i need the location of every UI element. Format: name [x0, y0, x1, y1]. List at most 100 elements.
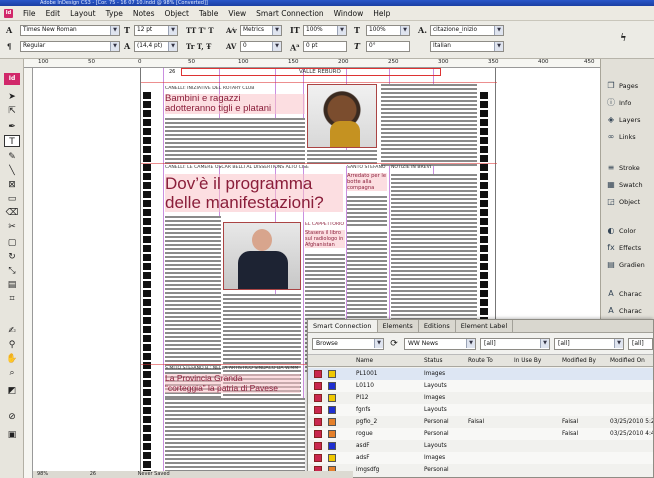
tab-editions[interactable]: Editions — [419, 320, 456, 332]
col-modified-on[interactable]: Modified On — [610, 355, 653, 367]
menu-view[interactable]: View — [228, 9, 246, 18]
table-row[interactable]: fgnfs Layouts — [308, 404, 653, 416]
chevron-down-icon[interactable]: ▼ — [494, 26, 503, 35]
menu-type[interactable]: Type — [106, 9, 123, 18]
section-select[interactable]: [all] ▼ — [554, 338, 624, 350]
chevron-down-icon[interactable]: ▼ — [110, 42, 119, 51]
table-row[interactable]: asdF Layouts — [308, 440, 653, 452]
vertical-scale-field[interactable]: 100% ▼ — [303, 25, 347, 36]
character-mode-icon[interactable]: A — [6, 25, 12, 36]
menu-file[interactable]: File — [23, 9, 36, 18]
page-indicator[interactable]: 26 — [90, 471, 96, 477]
zoom-tool-icon[interactable]: ⌕ — [4, 367, 20, 379]
gradient-tool-icon[interactable]: ▤ — [4, 279, 20, 291]
dock-info[interactable]: ⓘ Info — [603, 96, 654, 110]
refresh-icon[interactable]: ⟳ — [388, 338, 400, 350]
chevron-down-icon[interactable]: ▼ — [110, 26, 119, 35]
menu-notes[interactable]: Notes — [133, 9, 155, 18]
eraser-tool-icon[interactable]: ⌫ — [4, 207, 20, 219]
pen-tool-icon[interactable]: ✒ — [4, 121, 20, 133]
vertical-ruler[interactable] — [24, 68, 33, 478]
direct-selection-tool-icon[interactable]: ⇱ — [4, 105, 20, 117]
skew-field[interactable]: 0° — [366, 41, 410, 52]
state-select[interactable]: [all] — [628, 338, 653, 350]
menu-layout[interactable]: Layout — [70, 9, 96, 18]
chevron-down-icon[interactable]: ▼ — [337, 26, 346, 35]
sidebar1-body[interactable] — [347, 196, 387, 228]
story2-headline[interactable]: Dov’è il programma delle manifestazioni? — [165, 174, 343, 212]
table-row[interactable]: rogue Personal Faisal 03/25/2010 4:4 — [308, 428, 653, 440]
dock-object[interactable]: ◲ Object — [603, 195, 654, 209]
selection-tool-icon[interactable]: ➤ — [4, 91, 20, 103]
small-caps-icon[interactable]: Tr T, Ŧ — [186, 41, 211, 52]
table-row[interactable]: pgfio_2 Personal Faisal Faisal 03/25/2010 5:… — [308, 416, 653, 428]
chevron-down-icon[interactable]: ▼ — [374, 339, 383, 348]
free-transform-tool-icon[interactable]: ⌗ — [4, 293, 20, 305]
table-row[interactable]: adsF Images — [308, 452, 653, 464]
mode-select[interactable]: Browse ▼ — [312, 338, 384, 350]
rectangle-tool-icon[interactable]: ▭ — [4, 193, 20, 205]
lightning-icon[interactable]: ϟ — [620, 33, 627, 44]
dock-character-styles[interactable]: A Charac — [603, 304, 654, 318]
horizontal-scale-field[interactable]: 100% ▼ — [366, 25, 410, 36]
sidebar3-headline[interactable]: Stasera il libro sul radiologo in Afghan… — [305, 230, 345, 248]
header-frame[interactable] — [181, 68, 441, 76]
leading-field[interactable]: (14,4 pt) ▼ — [134, 41, 178, 52]
character-style-select[interactable]: citazione_inizio ▼ — [430, 25, 504, 36]
eyedropper-tool-icon[interactable]: ⚲ — [4, 339, 20, 351]
chevron-down-icon[interactable]: ▼ — [272, 42, 281, 51]
col-status[interactable]: Status — [424, 355, 464, 367]
menu-window[interactable]: Window — [334, 9, 364, 18]
story2-photo[interactable] — [223, 222, 301, 290]
dock-swatches[interactable]: ▦ Swatch — [603, 178, 654, 192]
chevron-down-icon[interactable]: ▼ — [466, 339, 475, 348]
scale-tool-icon[interactable]: ⤡ — [4, 265, 20, 277]
chevron-down-icon[interactable]: ▼ — [400, 26, 409, 35]
dock-color[interactable]: ◐ Color — [603, 224, 654, 238]
sidebar1-headline[interactable]: Arredato per le botte alla compagna — [347, 173, 387, 191]
chevron-down-icon[interactable]: ▼ — [168, 26, 177, 35]
story1-body-text[interactable] — [165, 118, 305, 166]
story1-headline[interactable]: Bambini e ragazzi adotteranno tigli e pl… — [165, 94, 305, 114]
chevron-down-icon[interactable]: ▼ — [494, 42, 503, 51]
language-select[interactable]: Italian ▼ — [430, 41, 504, 52]
chevron-down-icon[interactable]: ▼ — [168, 42, 177, 51]
menu-edit[interactable]: Edit — [46, 9, 61, 18]
issue-select[interactable]: [all] ▼ — [480, 338, 550, 350]
paragraph-mode-icon[interactable]: ¶ — [7, 41, 11, 52]
baseline-shift-field[interactable]: 0 pt — [303, 41, 347, 52]
table-row[interactable]: L0110 Layouts — [308, 380, 653, 392]
story3-body[interactable] — [165, 398, 305, 472]
all-caps-icon[interactable]: TT T' T — [186, 25, 214, 36]
col-route-to[interactable]: Route To — [468, 355, 508, 367]
note-tool-icon[interactable]: ▢ — [4, 237, 20, 249]
chevron-down-icon[interactable]: ▼ — [272, 26, 281, 35]
menu-table[interactable]: Table — [199, 9, 218, 18]
horizontal-ruler[interactable]: 100 50 0 50 100 150 200 250 300 350 400 … — [24, 59, 600, 68]
col-modified-by[interactable]: Modified By — [562, 355, 606, 367]
menu-object[interactable]: Object — [165, 9, 189, 18]
dock-layers[interactable]: ◈ Layers — [603, 113, 654, 127]
story1-side-text[interactable] — [381, 84, 477, 166]
chevron-down-icon[interactable]: ▼ — [540, 339, 549, 348]
col-in-use-by[interactable]: In Use By — [514, 355, 554, 367]
dock-effects[interactable]: fx Effects — [603, 241, 654, 255]
menu-help[interactable]: Help — [373, 9, 390, 18]
table-row[interactable]: Pl12 Images — [308, 392, 653, 404]
smart-connection-panel[interactable]: Smart Connection Elements Editions Eleme… — [307, 319, 654, 478]
tab-smart-connection[interactable]: Smart Connection — [308, 320, 378, 332]
font-size-field[interactable]: 12 pt ▼ — [134, 25, 178, 36]
screen-mode-icon[interactable]: ▣ — [4, 429, 20, 441]
line-tool-icon[interactable]: ╲ — [4, 165, 20, 177]
pencil-tool-icon[interactable]: ✎ — [4, 151, 20, 163]
table-row[interactable]: PL1001 Images — [308, 368, 653, 380]
apply-none-icon[interactable]: ⊘ — [4, 411, 20, 423]
dock-links[interactable]: ∞ Links — [603, 130, 654, 144]
note-tool-icon[interactable]: ✍ — [4, 325, 20, 337]
story1-photo[interactable] — [307, 84, 377, 148]
tab-elements[interactable]: Elements — [378, 320, 419, 332]
font-style-select[interactable]: Regular ▼ — [20, 41, 120, 52]
scissors-tool-icon[interactable]: ✂ — [4, 221, 20, 233]
type-tool-icon[interactable]: T — [4, 135, 20, 147]
chevron-down-icon[interactable]: ▼ — [614, 339, 623, 348]
